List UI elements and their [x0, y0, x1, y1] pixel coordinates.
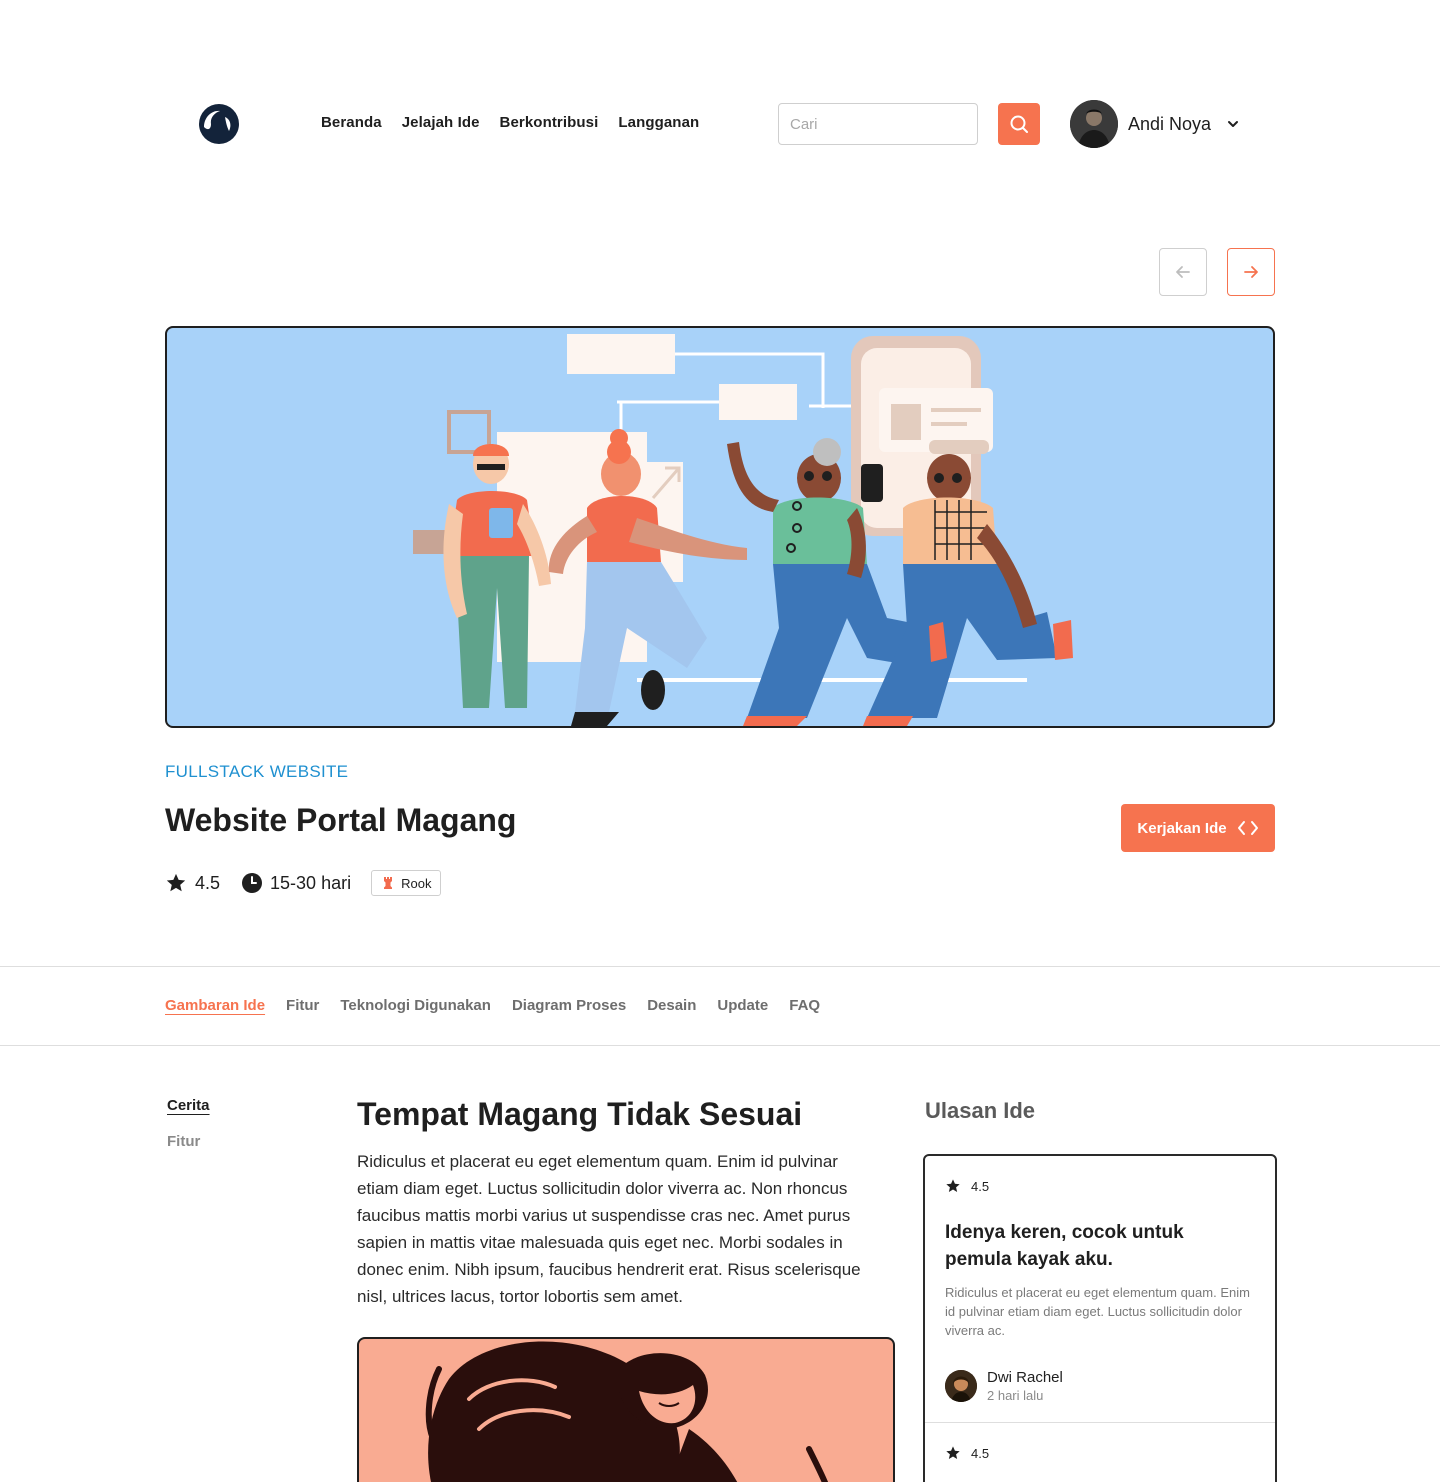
arrow-left-icon	[1176, 266, 1190, 278]
review-time: 2 hari lalu	[987, 1388, 1044, 1403]
review-rating-value: 4.5	[971, 1445, 990, 1461]
idea-rating: 4.5	[165, 872, 220, 894]
level-label: Rook	[401, 875, 432, 891]
article-illustration	[357, 1337, 895, 1482]
nav-langganan[interactable]: Langganan	[618, 114, 699, 131]
clock-icon	[242, 873, 263, 893]
tab-update[interactable]: Update	[717, 997, 768, 1014]
review-rating: 4.5	[945, 1445, 1255, 1461]
section-nav: Cerita Fitur	[167, 1097, 210, 1169]
review-text: Ridiculus et placerat eu eget elementum …	[945, 1285, 1250, 1338]
tab-teknologi-digunakan[interactable]: Teknologi Digunakan	[340, 997, 491, 1014]
chevron-down-icon[interactable]	[1226, 117, 1240, 131]
idea-category: FULLSTACK WEBSITE	[165, 762, 349, 781]
idea-duration-value: 15-30 hari	[270, 872, 352, 893]
article-body: Ridiculus et placerat eu eget elementum …	[357, 1152, 861, 1306]
article-title: Tempat Magang Tidak Sesuai	[357, 1096, 803, 1132]
kerjakan-ide-button[interactable]: Kerjakan Ide	[1121, 804, 1275, 852]
carousel-next-button[interactable]	[1227, 248, 1275, 296]
reviewer-name: Dwi Rachel	[987, 1369, 1063, 1386]
user-avatar[interactable]	[1070, 100, 1118, 148]
search-button[interactable]	[998, 103, 1040, 145]
level-badge: Rook	[371, 870, 442, 896]
review-card: 4.5 Idenya keren, cocok untuk pemula kay…	[925, 1178, 1275, 1403]
star-icon	[946, 1446, 960, 1459]
reviewer: Dwi Rachel 2 hari lalu	[945, 1369, 1255, 1403]
idea-duration: 15-30 hari	[242, 873, 351, 894]
logo-icon[interactable]	[198, 103, 240, 145]
rook-icon	[384, 877, 393, 889]
user-name[interactable]: Andi Noya	[1128, 114, 1211, 135]
search-icon	[1010, 115, 1028, 133]
idea-meta: 4.5 15-30 hari Rook	[165, 870, 442, 896]
tab-fitur[interactable]: Fitur	[286, 997, 319, 1014]
carousel-prev-button[interactable]	[1159, 248, 1207, 296]
nav-jelajah-ide[interactable]: Jelajah Ide	[402, 114, 480, 131]
star-icon	[946, 1179, 960, 1192]
idea-rating-value: 4.5	[195, 872, 221, 893]
nav-berkontribusi[interactable]: Berkontribusi	[500, 114, 599, 131]
review-divider	[925, 1422, 1275, 1423]
idea-title: Website Portal Magang	[165, 802, 517, 838]
reviews-panel[interactable]: 4.5 Idenya keren, cocok untuk pemula kay…	[923, 1154, 1277, 1482]
review-rating: 4.5	[945, 1178, 1255, 1194]
tab-gambaran-ide[interactable]: Gambaran Ide	[165, 997, 265, 1014]
main-nav: Beranda Jelajah Ide Berkontribusi Langga…	[321, 114, 699, 131]
review-rating-value: 4.5	[971, 1178, 990, 1194]
hero-image	[165, 326, 1275, 728]
tab-faq[interactable]: FAQ	[789, 997, 820, 1014]
section-nav-fitur[interactable]: Fitur	[167, 1133, 210, 1150]
section-nav-cerita[interactable]: Cerita	[167, 1097, 210, 1114]
tab-desain[interactable]: Desain	[647, 997, 696, 1014]
tabs-bar: Gambaran Ide Fitur Teknologi Digunakan D…	[0, 966, 1440, 1046]
reviewer-avatar	[945, 1370, 977, 1402]
reviews-heading: Ulasan Ide	[925, 1098, 1036, 1123]
search-input[interactable]	[778, 103, 978, 145]
arrow-right-icon	[1244, 266, 1258, 278]
star-icon	[166, 873, 186, 892]
tab-diagram-proses[interactable]: Diagram Proses	[512, 997, 626, 1014]
kerjakan-ide-label: Kerjakan Ide	[1137, 819, 1227, 837]
review-title: Idenya keren, cocok untuk pemula kayak a…	[945, 1222, 1184, 1270]
review-card: 4.5	[925, 1445, 1275, 1461]
code-icon	[1237, 821, 1258, 835]
nav-beranda[interactable]: Beranda	[321, 114, 382, 131]
